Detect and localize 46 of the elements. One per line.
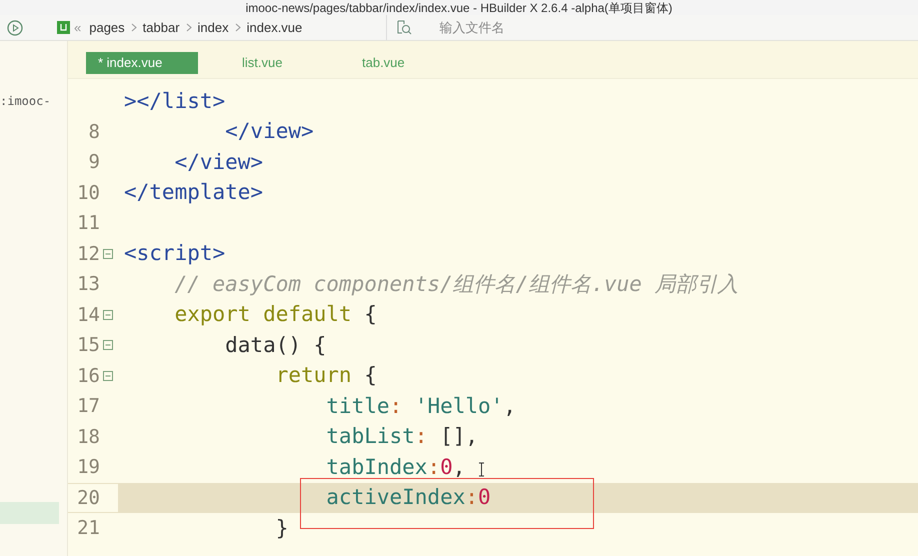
line-number: 8 [88, 120, 100, 144]
line-number: 12 [77, 242, 100, 266]
code-line: data() { [224, 334, 326, 356]
line-number: 20 [77, 486, 100, 510]
chevron-right-icon [234, 23, 241, 32]
line-number: 11 [77, 211, 100, 236]
code-line: </view> [174, 152, 264, 173]
line-number: 9 [88, 150, 100, 175]
breadcrumb-item[interactable]: tabbar [142, 18, 180, 38]
code-line: return { [274, 365, 377, 386]
line-number: 15 [77, 333, 100, 358]
chevron-right-icon [130, 23, 137, 32]
code-line: activeIndex:0 [325, 487, 491, 508]
chevron-right-icon [186, 23, 192, 32]
line-number: 10 [77, 180, 100, 206]
line-number: 14 [77, 302, 100, 328]
breadcrumb-item[interactable]: pages [89, 18, 125, 38]
code-line: // easyCom components/组件名/组件名.vue 局部引入 [174, 274, 739, 295]
fold-icon[interactable] [103, 340, 113, 350]
text-cursor-icon [478, 462, 485, 477]
line-number: 21 [77, 516, 100, 541]
code-line: title: 'Hello', [325, 396, 516, 417]
line-number: 19 [77, 455, 100, 480]
fold-icon[interactable] [103, 370, 113, 381]
code-line: <script> [124, 243, 226, 264]
breadcrumb-item[interactable]: index.vue [246, 18, 302, 38]
line-number: 16 [77, 364, 100, 388]
fold-icon[interactable] [103, 248, 113, 259]
code-line: </template> [124, 182, 264, 204]
run-icon[interactable] [7, 20, 23, 36]
line-number: 17 [77, 394, 100, 419]
file-search-icon [397, 20, 412, 35]
code-line: export default { [174, 304, 377, 326]
window-title: imooc-news/pages/tabbar/index/index.vue - HBuilder X 2.6.4 -alpha(单项目窗体) [246, 2, 672, 14]
breadcrumb-item[interactable]: index [198, 18, 229, 38]
file-search-field[interactable]: 输入文件名 [439, 18, 740, 38]
code-line: tabList: [], [325, 426, 478, 448]
line-number: 13 [77, 272, 100, 297]
code-line: </view> [224, 121, 314, 142]
line-number: 18 [77, 424, 100, 450]
code-line: tabIndex:0, [325, 456, 466, 478]
project-icon [57, 21, 70, 34]
fold-icon[interactable] [103, 310, 113, 320]
code-line: ></list> [124, 90, 226, 112]
code-line: } [274, 518, 288, 539]
sidebar-item[interactable]: :imooc- [0, 90, 67, 112]
